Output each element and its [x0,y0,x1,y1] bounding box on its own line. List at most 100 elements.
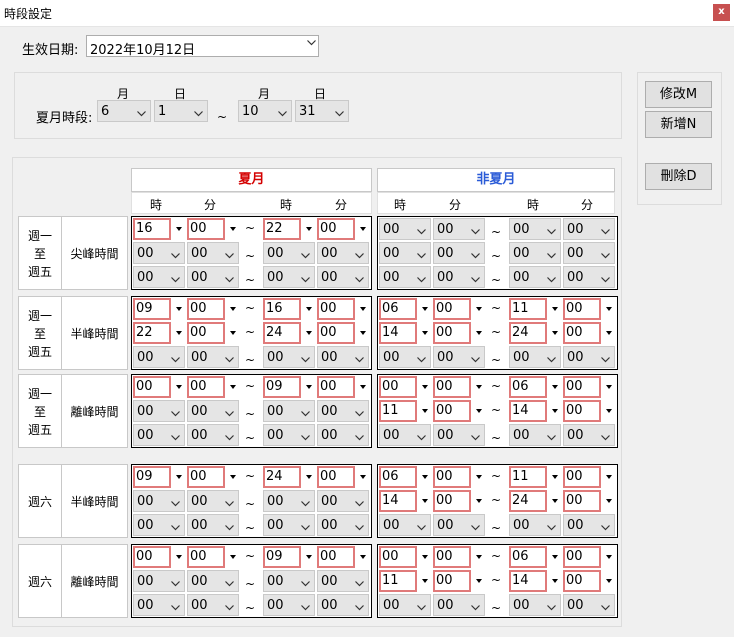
time-select[interactable]: 00 [263,242,315,264]
time-select[interactable]: 00 [433,346,485,368]
time-select[interactable]: 00 [263,400,315,422]
time-select[interactable]: 00 [187,546,239,568]
time-select[interactable]: 09 [133,466,185,488]
time-select[interactable]: 00 [187,424,239,446]
time-select[interactable]: 00 [433,594,485,616]
time-select[interactable]: 00 [563,298,615,320]
time-select[interactable]: 00 [187,346,239,368]
time-select[interactable]: 06 [379,466,431,488]
time-select[interactable]: 00 [263,346,315,368]
time-select[interactable]: 22 [133,322,185,344]
time-select[interactable]: 00 [187,322,239,344]
time-select[interactable]: 00 [563,346,615,368]
time-select[interactable]: 00 [433,570,485,592]
time-select[interactable]: 00 [187,466,239,488]
time-select[interactable]: 00 [133,266,185,288]
time-select[interactable]: 00 [379,218,431,240]
effective-date-picker[interactable]: 2022年10月12日 [86,35,319,58]
time-select[interactable]: 00 [379,242,431,264]
time-select[interactable]: 00 [563,266,615,288]
time-select[interactable]: 00 [563,490,615,512]
start-day-select[interactable]: 1 [154,100,208,122]
delete-button[interactable]: 刪除D [645,163,712,190]
time-select[interactable]: 00 [187,490,239,512]
time-select[interactable]: 00 [563,424,615,446]
time-select[interactable]: 00 [433,218,485,240]
time-select[interactable]: 00 [263,490,315,512]
time-select[interactable]: 16 [263,298,315,320]
time-select[interactable]: 09 [263,546,315,568]
time-select[interactable]: 00 [433,424,485,446]
time-select[interactable]: 00 [317,424,369,446]
time-select[interactable]: 00 [187,242,239,264]
time-select[interactable]: 00 [133,570,185,592]
time-select[interactable]: 00 [509,424,561,446]
time-select[interactable]: 24 [263,322,315,344]
time-select[interactable]: 00 [263,424,315,446]
time-select[interactable]: 06 [509,376,561,398]
time-select[interactable]: 24 [509,490,561,512]
time-select[interactable]: 00 [187,298,239,320]
time-select[interactable]: 00 [433,376,485,398]
time-select[interactable]: 16 [133,218,185,240]
time-select[interactable]: 00 [187,400,239,422]
add-button[interactable]: 新增N [645,111,712,138]
time-select[interactable]: 00 [563,376,615,398]
time-select[interactable]: 00 [317,594,369,616]
time-select[interactable]: 00 [317,514,369,536]
time-select[interactable]: 00 [317,400,369,422]
time-select[interactable]: 14 [509,570,561,592]
time-select[interactable]: 00 [133,514,185,536]
time-select[interactable]: 00 [563,514,615,536]
time-select[interactable]: 00 [379,546,431,568]
time-select[interactable]: 00 [317,466,369,488]
time-select[interactable]: 11 [379,570,431,592]
time-select[interactable]: 00 [433,322,485,344]
time-select[interactable]: 00 [433,466,485,488]
time-select[interactable]: 00 [563,400,615,422]
time-select[interactable]: 00 [187,594,239,616]
time-select[interactable]: 00 [379,424,431,446]
time-select[interactable]: 00 [133,490,185,512]
time-select[interactable]: 00 [133,346,185,368]
modify-button[interactable]: 修改M [645,81,712,108]
time-select[interactable]: 00 [133,546,185,568]
time-select[interactable]: 00 [509,266,561,288]
time-select[interactable]: 00 [379,514,431,536]
time-select[interactable]: 00 [509,514,561,536]
time-select[interactable]: 00 [563,218,615,240]
time-select[interactable]: 00 [563,570,615,592]
end-day-select[interactable]: 31 [295,100,349,122]
time-select[interactable]: 00 [133,424,185,446]
time-select[interactable]: 00 [509,218,561,240]
time-select[interactable]: 11 [379,400,431,422]
time-select[interactable]: 22 [263,218,315,240]
time-select[interactable]: 00 [509,242,561,264]
time-select[interactable]: 00 [317,242,369,264]
time-select[interactable]: 00 [433,242,485,264]
time-select[interactable]: 00 [379,346,431,368]
time-select[interactable]: 00 [433,266,485,288]
time-select[interactable]: 00 [509,346,561,368]
time-select[interactable]: 06 [509,546,561,568]
time-select[interactable]: 00 [317,298,369,320]
time-select[interactable]: 00 [187,376,239,398]
time-select[interactable]: 00 [317,218,369,240]
time-select[interactable]: 00 [317,546,369,568]
time-select[interactable]: 00 [317,570,369,592]
time-select[interactable]: 00 [187,570,239,592]
time-select[interactable]: 00 [187,218,239,240]
time-select[interactable]: 00 [133,376,185,398]
time-select[interactable]: 00 [433,546,485,568]
time-select[interactable]: 00 [187,514,239,536]
time-select[interactable]: 00 [263,514,315,536]
time-select[interactable]: 09 [133,298,185,320]
time-select[interactable]: 00 [379,376,431,398]
time-select[interactable]: 00 [433,514,485,536]
time-select[interactable]: 00 [133,242,185,264]
time-select[interactable]: 11 [509,466,561,488]
time-select[interactable]: 00 [263,594,315,616]
time-select[interactable]: 24 [509,322,561,344]
end-month-select[interactable]: 10 [238,100,292,122]
time-select[interactable]: 00 [317,346,369,368]
